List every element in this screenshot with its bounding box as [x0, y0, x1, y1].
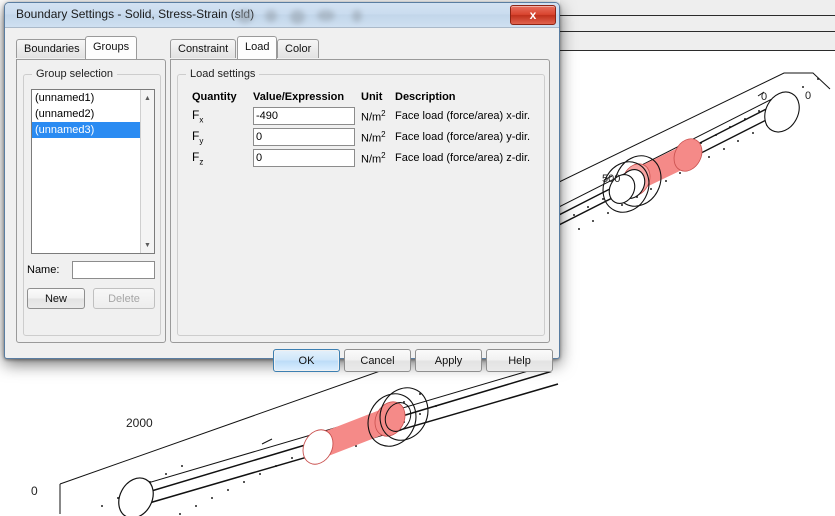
redaction-blob-2: [265, 10, 277, 22]
apply-button[interactable]: Apply: [415, 349, 482, 372]
load-settings-groupbox: Load settings Quantity Value/Expression …: [177, 68, 545, 336]
left-tabstrip: Boundaries Groups: [16, 36, 166, 59]
column-header-value-expression: Value/Expression: [253, 91, 345, 103]
boundary-settings-dialog[interactable]: Boundary Settings - Solid, Stress-Strain…: [4, 2, 560, 372]
load-settings-title: Load settings: [186, 68, 260, 80]
background-toolbar-strip-1: [560, 0, 835, 15]
tab-load[interactable]: Load: [237, 36, 278, 59]
redaction-blob-1: [237, 10, 253, 23]
group-selection-groupbox: Group selection (unnamed1) (unnamed2) (u…: [23, 68, 161, 336]
fy-value-input[interactable]: [253, 128, 355, 146]
fy-unit: N/m2: [361, 130, 386, 145]
column-header-description: Description: [395, 91, 456, 103]
right-tab-panel: Load settings Quantity Value/Expression …: [170, 59, 550, 343]
axis-label-0-upper-a: 0: [761, 91, 768, 103]
name-input[interactable]: [72, 261, 155, 279]
quantity-subscript: z: [199, 157, 204, 167]
name-label: Name:: [27, 264, 60, 276]
new-button[interactable]: New: [27, 288, 85, 309]
fx-description: Face load (force/area) x-dir.: [395, 110, 531, 122]
quantity-label-fy: Fy: [192, 129, 203, 145]
fz-unit: N/m2: [361, 151, 386, 166]
quantity-label-fx: Fx: [192, 108, 203, 124]
fz-description: Face load (force/area) z-dir.: [395, 152, 531, 164]
ok-button[interactable]: OK: [273, 349, 340, 372]
dialog-title: Boundary Settings - Solid, Stress-Strain…: [16, 7, 255, 21]
fz-value-input[interactable]: [253, 149, 355, 167]
background-toolbar-strip-3: [560, 32, 835, 50]
redaction-blob-4: [317, 10, 335, 21]
unit-exponent: 2: [381, 151, 386, 160]
right-tabstrip: Constraint Load Color: [170, 36, 550, 59]
tab-boundaries[interactable]: Boundaries: [16, 39, 88, 58]
dialog-titlebar[interactable]: Boundary Settings - Solid, Stress-Strain…: [5, 3, 559, 28]
unit-exponent: 2: [381, 130, 386, 139]
fx-unit: N/m2: [361, 109, 386, 124]
tab-color[interactable]: Color: [277, 39, 320, 58]
fx-value-input[interactable]: [253, 107, 355, 125]
close-icon[interactable]: x: [510, 5, 556, 25]
axis-label-0-upper-b: 0: [805, 90, 812, 102]
tab-groups[interactable]: Groups: [85, 36, 138, 59]
group-selection-listbox[interactable]: (unnamed1) (unnamed2) (unnamed3) ▲ ▼: [31, 89, 155, 254]
axis-label-0-lower: 0: [31, 484, 38, 498]
quantity-label-fz: Fz: [192, 150, 203, 166]
unit-text: N/m: [361, 153, 382, 166]
quantity-subscript: y: [199, 136, 204, 146]
unit-text: N/m: [361, 132, 382, 145]
list-item[interactable]: (unnamed2): [32, 106, 140, 122]
viewport-upper-right[interactable]: 500 0 0: [560, 51, 835, 301]
redaction-blob-3: [290, 10, 305, 24]
unit-text: N/m: [361, 111, 382, 124]
left-tab-panel: Group selection (unnamed1) (unnamed2) (u…: [16, 59, 166, 343]
redaction-blob-5: [352, 10, 362, 22]
title-redacted-icons: [237, 8, 387, 24]
axis-label-2000-lower: 2000: [126, 416, 153, 430]
viewport-lower-left[interactable]: 2000 0: [0, 372, 560, 516]
quantity-subscript: x: [199, 115, 204, 125]
delete-button: Delete: [93, 288, 155, 309]
column-header-unit: Unit: [361, 91, 383, 103]
scroll-down-icon[interactable]: ▼: [141, 238, 154, 252]
list-item[interactable]: (unnamed3): [32, 122, 140, 138]
listbox-scrollbar[interactable]: ▲ ▼: [140, 90, 154, 253]
list-item[interactable]: (unnamed1): [32, 90, 140, 106]
unit-exponent: 2: [381, 109, 386, 118]
axis-label-500-upper: 500: [602, 173, 621, 185]
group-selection-title: Group selection: [32, 68, 118, 80]
cancel-button[interactable]: Cancel: [344, 349, 411, 372]
scroll-up-icon[interactable]: ▲: [141, 91, 154, 105]
help-button[interactable]: Help: [486, 349, 553, 372]
background-toolbar-strip-2: [560, 16, 835, 31]
dialog-body: Boundaries Groups Group selection (unnam…: [8, 28, 556, 372]
column-header-quantity: Quantity: [192, 91, 237, 103]
geometry-canvas-lower: [59, 372, 559, 516]
fy-description: Face load (force/area) y-dir.: [395, 131, 531, 143]
tab-constraint[interactable]: Constraint: [170, 39, 237, 58]
